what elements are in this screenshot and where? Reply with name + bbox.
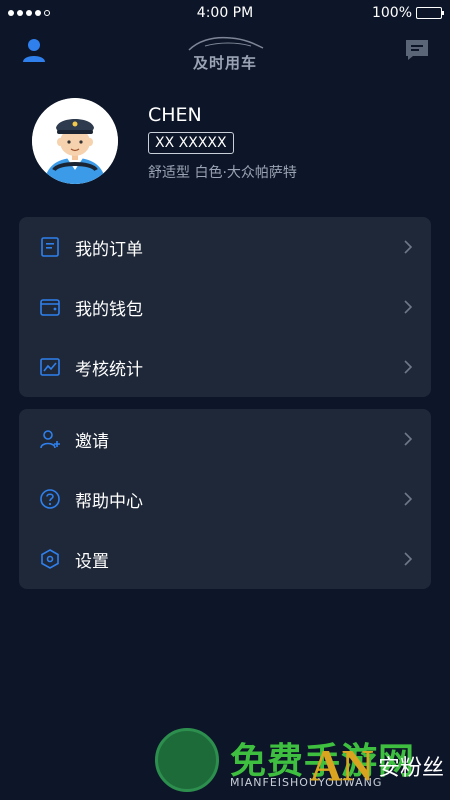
message-icon[interactable]: [404, 38, 430, 62]
menu-card-account: 我的订单 我的钱包 考核统计: [19, 217, 431, 397]
menu-card-general: 邀请 帮助中心 设置: [19, 409, 431, 589]
watermark: 免费手游网 MIANFEISHOUYOUWANG AN 安粉丝: [150, 720, 450, 800]
watermark-logo-icon: [155, 728, 219, 792]
menu-label: 设置: [75, 552, 109, 572]
app-logo-text: 及时用车: [192, 54, 257, 72]
car-info: 舒适型 白色·大众帕萨特: [148, 165, 297, 181]
license-plate: XX XXXXX: [148, 132, 234, 154]
app-logo: 及时用车: [175, 32, 275, 72]
menu-item-settings[interactable]: 设置: [19, 529, 431, 589]
help-icon: [40, 489, 60, 509]
menu-label: 考核统计: [75, 360, 143, 380]
settings-icon: [41, 549, 59, 569]
nav-bar: 及时用车: [0, 30, 450, 74]
order-icon: [41, 237, 59, 257]
chevron-right-icon: [404, 240, 413, 254]
watermark-brand-text: 安粉丝: [378, 756, 445, 781]
menu-item-statistics[interactable]: 考核统计: [19, 337, 431, 397]
menu-label: 我的订单: [75, 240, 143, 260]
driver-avatar-illustration: [32, 98, 118, 184]
chevron-right-icon: [404, 492, 413, 506]
chevron-right-icon: [404, 360, 413, 374]
wallet-icon: [40, 299, 60, 316]
status-bar: 4:00 PM 100%: [0, 0, 450, 26]
driver-profile: CHEN XX XXXXX 舒适型 白色·大众帕萨特: [0, 96, 450, 196]
menu-item-invite[interactable]: 邀请: [19, 409, 431, 469]
chevron-right-icon: [404, 552, 413, 566]
driver-name: CHEN: [148, 104, 202, 126]
watermark-brand-mark: AN: [310, 741, 374, 790]
invite-icon: [40, 430, 60, 449]
menu-label: 帮助中心: [75, 492, 143, 512]
user-icon[interactable]: [20, 36, 48, 64]
statistics-icon: [40, 358, 60, 376]
menu-label: 邀请: [75, 432, 109, 452]
status-time: 4:00 PM: [196, 5, 254, 21]
menu-item-help-center[interactable]: 帮助中心: [19, 469, 431, 529]
driver-avatar[interactable]: [32, 98, 118, 184]
chevron-right-icon: [404, 432, 413, 446]
battery-icon: [416, 7, 444, 19]
menu-item-my-orders[interactable]: 我的订单: [19, 217, 431, 277]
menu-label: 我的钱包: [75, 300, 143, 320]
menu-item-my-wallet[interactable]: 我的钱包: [19, 277, 431, 337]
chevron-right-icon: [404, 300, 413, 314]
car-logo-icon: [188, 36, 264, 51]
